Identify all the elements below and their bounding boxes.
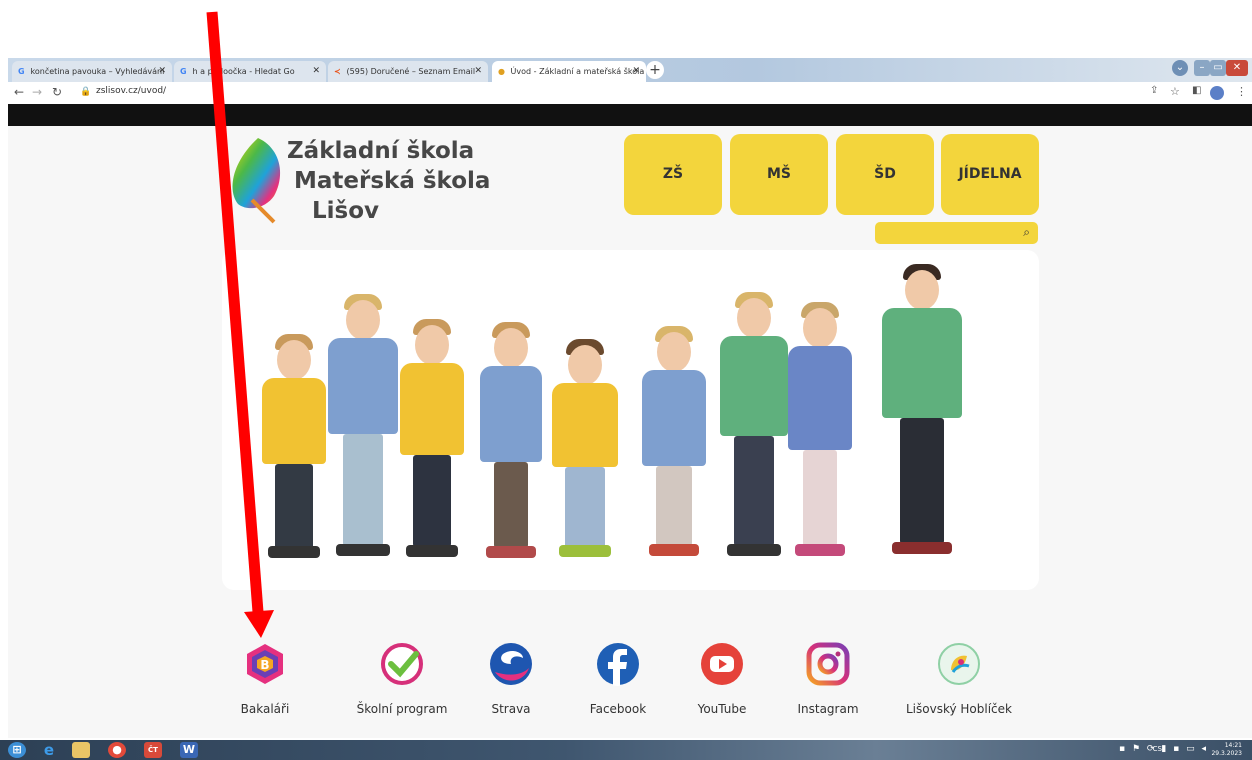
- tab-title: h a perloočka - Hledat Go: [192, 67, 295, 76]
- leaf-favicon-icon: ●: [498, 67, 505, 76]
- tray-icons[interactable]: ▪ ⚑ ⟳ ▮ ▪ ▭ ◂: [1119, 744, 1208, 754]
- search-input[interactable]: ⌕: [875, 222, 1038, 244]
- logo-line-3: Lišov: [312, 198, 380, 224]
- link-label[interactable]: Strava: [476, 702, 546, 716]
- child-figure: [262, 334, 326, 560]
- new-tab-button[interactable]: +: [646, 61, 664, 79]
- hero-photo: [222, 250, 1039, 590]
- close-icon[interactable]: ✕: [474, 61, 482, 82]
- close-icon[interactable]: ✕: [158, 61, 166, 82]
- minimize-icon[interactable]: –: [1194, 60, 1210, 76]
- child-figure: [788, 302, 852, 560]
- bookmark-star-icon[interactable]: ☆: [1170, 85, 1180, 98]
- search-icon[interactable]: ⌕: [1023, 225, 1030, 240]
- close-icon[interactable]: ✕: [312, 61, 320, 82]
- side-panel-icon[interactable]: ◧: [1192, 85, 1201, 96]
- link-facebook[interactable]: Facebook: [580, 642, 656, 716]
- child-figure: [720, 292, 788, 560]
- maximize-icon[interactable]: ▭: [1210, 60, 1226, 76]
- hoblicek-icon: [938, 643, 980, 685]
- check-icon: [381, 643, 423, 685]
- bakalari-icon: B: [247, 644, 283, 684]
- menu-icon[interactable]: ⋮: [1236, 85, 1247, 98]
- seznam-icon: ≺: [334, 67, 341, 76]
- link-youtube[interactable]: YouTube: [686, 642, 758, 716]
- reload-icon[interactable]: ↻: [52, 85, 62, 99]
- child-figure: [552, 339, 618, 560]
- clock-date: 29.3.2023: [1211, 750, 1242, 757]
- logo-line-1: Základní škola: [287, 138, 475, 164]
- link-strava[interactable]: Strava: [476, 642, 546, 716]
- nav-jidelna-button[interactable]: JÍDELNA: [941, 134, 1039, 215]
- clock[interactable]: 14:21 29.3.2023: [1211, 742, 1242, 758]
- back-icon[interactable]: ←: [14, 85, 24, 99]
- file-explorer-icon[interactable]: [72, 742, 90, 758]
- link-lisovsky-hoblicek[interactable]: Lišovský Hoblíček: [896, 642, 1022, 716]
- nav-sd-button[interactable]: ŠD: [836, 134, 934, 215]
- tab-email[interactable]: ≺ (595) Doručené – Seznam Email ✕: [328, 61, 488, 82]
- child-figure: [400, 319, 464, 560]
- child-figure: [642, 326, 706, 560]
- window-controls: ⌄ – ▭ ✕: [1172, 60, 1248, 78]
- address-bar: ← → ↻ 🔒 zslisov.cz/uvod/ ⇪ ☆ ◧ ⋮: [8, 82, 1252, 105]
- tab-school-active[interactable]: ● Úvod - Základní a mateřská škola ✕: [492, 61, 646, 82]
- tab-search-1[interactable]: G končetina pavouka – Vyhledávání ✕: [12, 61, 172, 82]
- youtube-icon: [701, 643, 743, 685]
- chrome-icon[interactable]: ●: [108, 742, 126, 758]
- google-icon: G: [180, 67, 187, 76]
- internet-explorer-icon[interactable]: e: [40, 742, 58, 758]
- child-figure: [480, 322, 542, 560]
- tab-search-dropdown-icon[interactable]: ⌄: [1172, 60, 1188, 76]
- profile-avatar[interactable]: [1210, 86, 1224, 100]
- strava-icon: [490, 643, 532, 685]
- link-label[interactable]: Instagram: [790, 702, 866, 716]
- link-label[interactable]: YouTube: [686, 702, 758, 716]
- close-window-icon[interactable]: ✕: [1226, 60, 1248, 76]
- close-icon[interactable]: ✕: [632, 61, 640, 82]
- link-instagram[interactable]: Instagram: [790, 642, 866, 716]
- link-label[interactable]: Školní program: [352, 702, 452, 716]
- url-field[interactable]: zslisov.cz/uvod/: [96, 86, 166, 96]
- lock-icon: 🔒: [80, 87, 92, 97]
- forward-icon[interactable]: →: [32, 85, 42, 99]
- link-label[interactable]: Lišovský Hoblíček: [896, 702, 1022, 716]
- link-skolni-program[interactable]: Školní program: [352, 642, 452, 716]
- app-icon[interactable]: ČT: [144, 742, 162, 758]
- child-figure: [882, 264, 962, 560]
- tab-search-2[interactable]: G h a perloočka - Hledat Go ✕: [174, 61, 326, 82]
- leaf-logo-icon[interactable]: [228, 134, 288, 224]
- link-label[interactable]: Bakaláři: [228, 702, 302, 716]
- logo-line-2: Mateřská škola: [294, 168, 491, 194]
- word-icon[interactable]: W: [180, 742, 198, 758]
- nav-zs-button[interactable]: ZŠ: [624, 134, 722, 215]
- google-icon: G: [18, 67, 25, 76]
- tab-title: končetina pavouka – Vyhledávání: [30, 67, 165, 76]
- link-label[interactable]: Facebook: [580, 702, 656, 716]
- svg-text:B: B: [260, 658, 269, 672]
- clock-time: 14:21: [1224, 742, 1242, 749]
- windows-taskbar: ⊞ e ● ČT W CS ▪ ⚑ ⟳ ▮ ▪ ▭ ◂ 14:21 29.3.2…: [0, 740, 1252, 760]
- tab-title: (595) Doručené – Seznam Email: [346, 67, 476, 76]
- facebook-icon: [597, 643, 639, 686]
- site-top-bar: [8, 104, 1252, 126]
- start-button-icon[interactable]: ⊞: [8, 742, 26, 758]
- link-bakalari[interactable]: B Bakaláři: [228, 642, 302, 716]
- instagram-icon: [806, 642, 850, 686]
- share-icon[interactable]: ⇪: [1150, 85, 1158, 96]
- nav-ms-button[interactable]: MŠ: [730, 134, 828, 215]
- child-figure: [328, 294, 398, 560]
- tab-bar: G končetina pavouka – Vyhledávání ✕ G h …: [8, 58, 1252, 82]
- tab-title: Úvod - Základní a mateřská škola: [510, 67, 645, 76]
